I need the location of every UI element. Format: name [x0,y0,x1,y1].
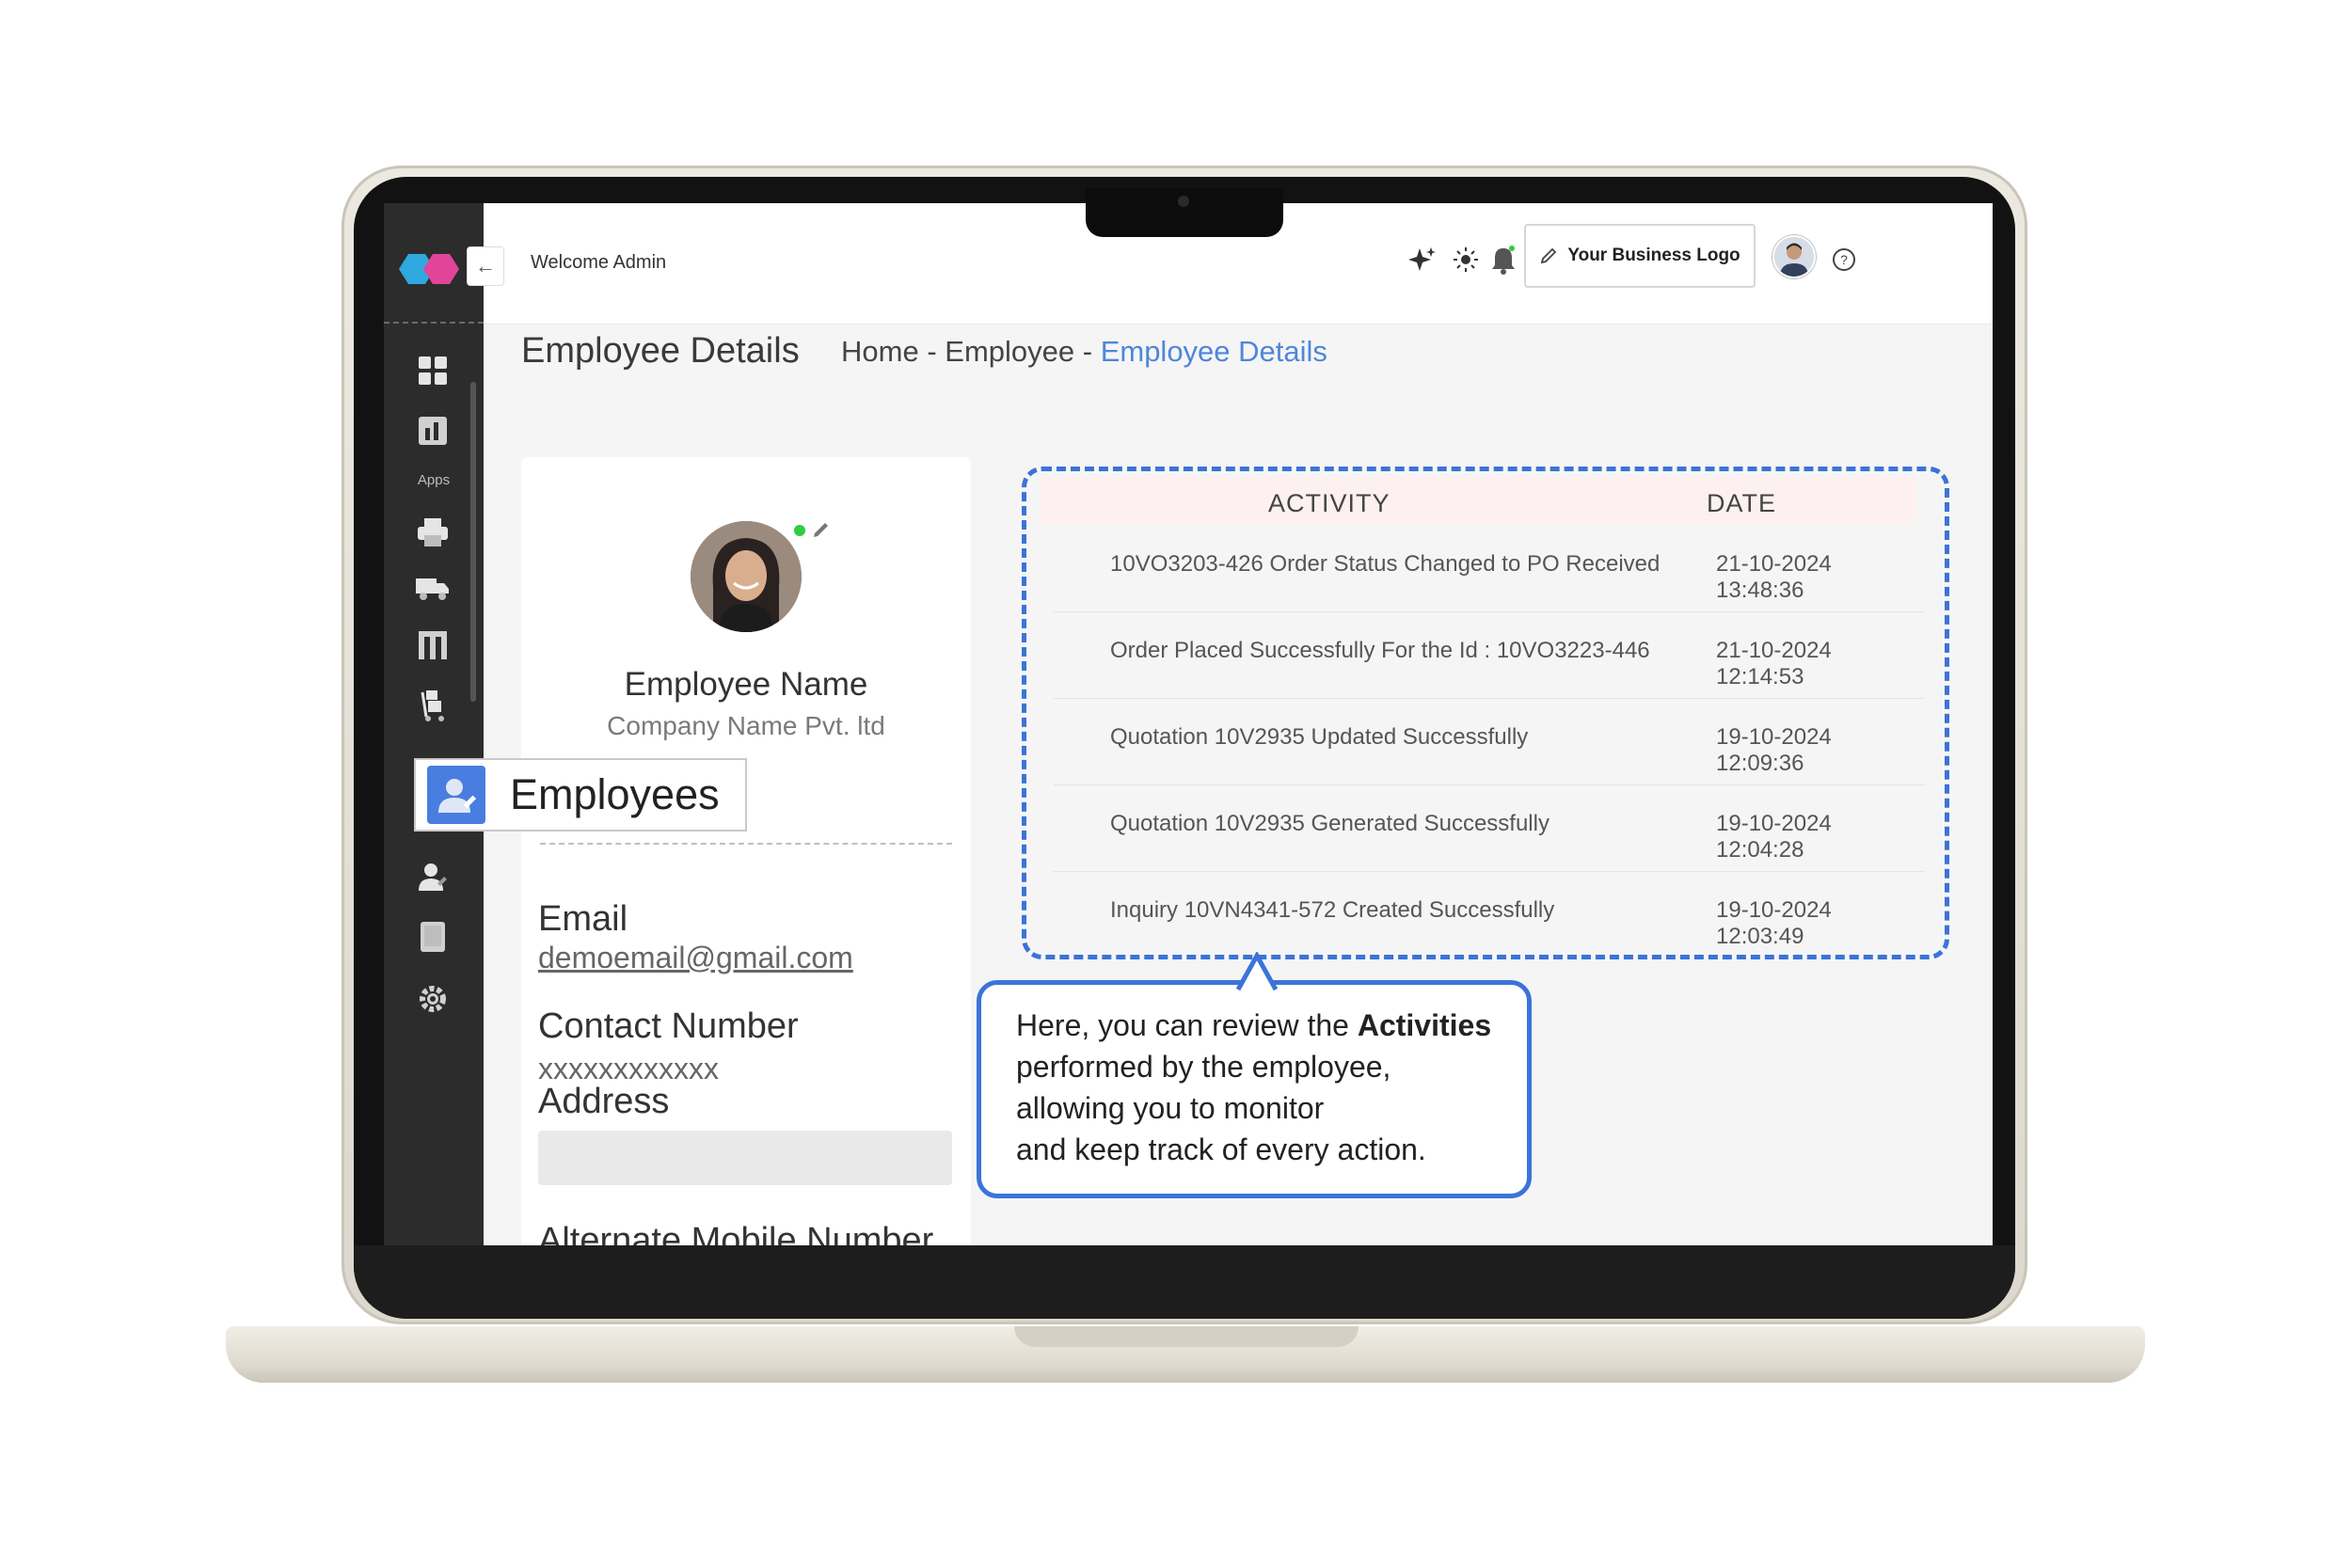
app-logo-icon [399,254,459,284]
address-label: Address [538,1082,670,1121]
screen: Apps ← Welcome Admin Your Business Logo … [384,203,1993,1245]
help-icon[interactable]: ? [1825,241,1863,278]
printer-icon[interactable] [414,514,452,551]
business-logo-label: Your Business Logo [1567,245,1740,265]
activity-date: 19-10-2024 12:03:49 [1716,897,1832,949]
activity-text: Quotation 10V2935 Generated Successfully [1110,811,1549,836]
activity-date: 19-10-2024 12:04:28 [1716,811,1832,863]
apps-label: Apps [417,472,451,488]
column-header-activity: ACTIVITY [1268,489,1391,517]
laptop-base-groove [1014,1326,1359,1347]
card-divider [540,843,952,845]
business-logo-button[interactable]: Your Business Logo [1524,224,1756,288]
contact-label: Contact Number [538,1006,799,1046]
warehouse-icon[interactable] [414,626,452,664]
activity-text: Quotation 10V2935 Updated Successfully [1110,724,1529,750]
edit-photo-icon[interactable] [811,519,832,540]
breadcrumb-separator: - [918,335,946,368]
activity-date: 21-10-2024 12:14:53 [1716,638,1832,689]
employee-icon [427,766,485,824]
alternate-mobile-label: Alternate Mobile Number [538,1221,934,1245]
sun-icon[interactable] [1447,241,1485,278]
table-row: Quotation 10V2935 Updated Successfully 1… [1054,698,1925,785]
breadcrumb-current: Employee Details [1100,335,1327,368]
pencil-icon [1541,247,1557,264]
sidebar-divider [384,322,484,324]
table-row: Order Placed Successfully For the Id : 1… [1054,611,1925,699]
dashboard-icon[interactable] [414,352,452,389]
activity-text: Inquiry 10VN4341-572 Created Successfull… [1110,897,1555,923]
page-title: Employee Details [521,331,800,371]
activity-text: 10VO3203-426 Order Status Changed to PO … [1110,551,1661,577]
email-label: Email [538,899,628,939]
gear-icon[interactable] [414,980,452,1018]
activity-text: Order Placed Successfully For the Id : 1… [1110,638,1650,663]
activity-date: 21-10-2024 13:48:36 [1716,551,1832,603]
bell-icon[interactable] [1485,241,1522,278]
breadcrumb-separator: - [1074,335,1101,368]
tooltip-text: Here, you can review the Activities perf… [1016,1005,1524,1170]
truck-icon[interactable] [414,570,452,608]
callout-pointer [1236,952,1278,991]
tooltip-line1: Here, you can review the [1016,1008,1358,1042]
activity-table-header [1041,476,1915,525]
online-status-dot [794,525,805,536]
tooltip-line4: and keep track of every action. [1016,1132,1426,1166]
sparkle-icon[interactable] [1404,241,1441,278]
employees-highlight-badge[interactable]: Employees [414,758,747,832]
breadcrumb: Home - Employee - Employee Details [841,335,1327,369]
table-row: Quotation 10V2935 Generated Successfully… [1054,784,1925,872]
employee-photo [691,521,802,632]
employee-icon[interactable] [414,858,452,895]
table-row: 10VO3203-426 Order Status Changed to PO … [1054,525,1925,612]
profile-card: Employee Name Company Name Pvt. ltd Emai… [521,457,971,1245]
svg-text:?: ? [1840,252,1848,267]
column-header-date: DATE [1707,489,1777,517]
trolley-icon[interactable] [414,687,452,724]
employee-name: Employee Name [624,666,868,703]
address-value [538,1131,952,1185]
company-name: Company Name Pvt. ltd [607,711,885,740]
book-icon[interactable] [414,918,452,956]
welcome-text: Welcome Admin [531,252,667,273]
activity-date: 19-10-2024 12:09:36 [1716,724,1832,776]
camera-icon [1178,196,1189,207]
sidebar: Apps [384,203,484,1245]
employees-label: Employees [510,770,720,818]
arrow-left-icon: ← [475,254,496,277]
sidebar-scrollbar[interactable] [470,382,476,702]
table-row: Inquiry 10VN4341-572 Created Successfull… [1054,871,1925,958]
breadcrumb-employee[interactable]: Employee [945,335,1074,368]
sidebar-collapse-button[interactable]: ← [467,246,504,286]
reports-icon[interactable] [414,412,452,450]
breadcrumb-home[interactable]: Home [841,335,919,368]
tooltip-line2: performed by the employee, [1016,1050,1391,1084]
tooltip-line3: allowing you to monitor [1016,1091,1325,1125]
laptop-chin [354,1245,2015,1319]
email-link[interactable]: demoemail@gmail.com [538,941,853,975]
tooltip-emphasis: Activities [1357,1008,1492,1042]
avatar[interactable] [1772,235,1816,278]
